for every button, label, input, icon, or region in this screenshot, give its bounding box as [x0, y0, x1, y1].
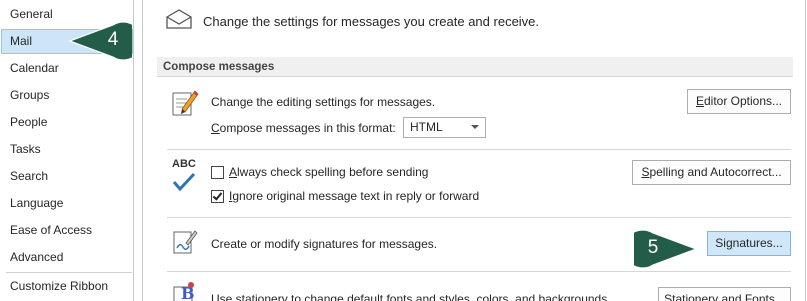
ignore-original-label: Ignore original message text in reply or…	[229, 189, 479, 203]
checkmark-icon	[212, 190, 223, 201]
editing-settings-text: Change the editing settings for messages…	[211, 95, 436, 109]
step-4-callout: 4	[68, 21, 132, 61]
abc-label: ABC	[172, 158, 196, 170]
section-separator	[167, 217, 791, 218]
step-5-callout: 5	[634, 229, 698, 269]
signatures-label-suffix: natures...	[732, 236, 783, 250]
sidebar-item-people[interactable]: People	[1, 110, 133, 135]
editor-options-button[interactable]: Editor Options...	[687, 89, 791, 114]
spell-check-label: Always check spelling before sending	[229, 165, 428, 179]
sidebar-item-groups[interactable]: Groups	[1, 83, 133, 108]
signatures-accel: g	[725, 236, 733, 250]
stationery-icon: B	[173, 282, 195, 301]
sidebar-divider	[6, 272, 132, 273]
ignore-original-text: gnore original message text in reply or …	[232, 189, 480, 203]
sidebar-item-customize-ribbon[interactable]: Customize Ribbon	[1, 274, 133, 299]
signatures-button[interactable]: Signatures...	[707, 231, 791, 256]
step-5-number: 5	[647, 237, 659, 258]
compose-format-accel: C	[211, 121, 220, 135]
edit-document-icon	[172, 90, 199, 116]
mail-header-text: Change the settings for messages you cre…	[203, 14, 540, 29]
compose-format-select[interactable]: HTML	[403, 117, 486, 138]
section-separator	[167, 271, 791, 272]
ignore-original-checkbox[interactable]	[211, 190, 224, 203]
sidebar-item-advanced[interactable]: Advanced	[1, 245, 133, 270]
section-separator	[167, 149, 791, 150]
chevron-down-icon	[471, 125, 479, 129]
signatures-text: Create or modify signatures for messages…	[211, 237, 438, 251]
spellcheck-tick-icon	[172, 172, 196, 192]
compose-format-value: HTML	[410, 120, 443, 134]
scrollbar-edge[interactable]	[805, 0, 806, 301]
sidebar-item-search[interactable]: Search	[1, 164, 133, 189]
spelling-autocorrect-button[interactable]: Spelling and Autocorrect...	[632, 160, 791, 185]
spell-check-accel: A	[229, 165, 238, 179]
sidebar-item-ease-of-access[interactable]: Ease of Access	[1, 218, 133, 243]
compose-format-label: Compose messages in this format:	[211, 121, 396, 135]
editor-options-label: ditor Options...	[703, 94, 783, 108]
spell-check-checkbox[interactable]	[211, 166, 224, 179]
spelling-label: pelling and Autocorrect...	[649, 165, 782, 179]
envelope-icon	[166, 9, 192, 29]
compose-messages-header: Compose messages	[157, 57, 793, 77]
signature-icon	[173, 230, 198, 254]
step-4-number: 4	[107, 29, 119, 50]
sidebar-item-language[interactable]: Language	[1, 191, 133, 216]
editor-options-accel: E	[695, 94, 704, 108]
signatures-label-prefix: Si	[715, 236, 726, 250]
compose-format-text: ompose messages in this format:	[219, 121, 396, 135]
pane-divider	[134, 0, 143, 301]
stationery-text: Use stationery to change default fonts a…	[211, 292, 611, 301]
stationery-fonts-button[interactable]: Stationery and Fonts...	[658, 287, 791, 301]
sidebar-item-tasks[interactable]: Tasks	[1, 137, 133, 162]
spell-check-text: lways check spelling before sending	[237, 165, 429, 179]
